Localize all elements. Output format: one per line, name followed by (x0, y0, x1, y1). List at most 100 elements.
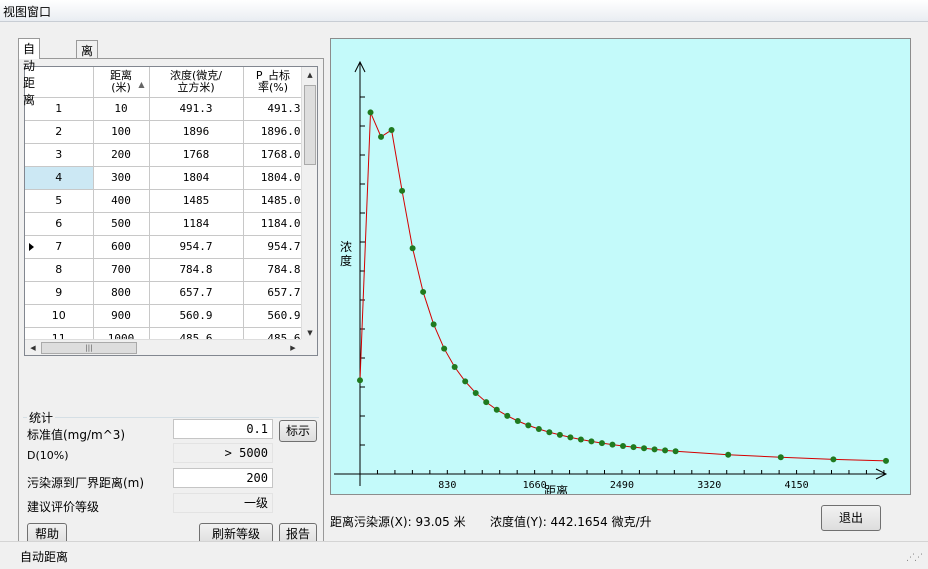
data-point (651, 446, 658, 453)
table-row[interactable]: 8 700 784.8 784.8 (25, 258, 304, 282)
title-bar: 视图窗口 (0, 0, 928, 22)
cell-distance[interactable]: 300 (93, 166, 150, 190)
cell-concentration[interactable]: 1896 (149, 120, 244, 144)
row-header[interactable]: 2 (25, 120, 94, 144)
vertical-scroll-thumb[interactable] (304, 85, 316, 165)
cell-percent[interactable]: 1804.0 (243, 166, 304, 190)
table-row[interactable]: 4 300 1804 1804.0 (25, 166, 304, 190)
tab-discrete-distance[interactable]: 离散距离 (76, 40, 99, 109)
cell-concentration[interactable]: 784.8 (149, 258, 244, 282)
data-point (588, 438, 595, 445)
d10-value: > 5000 (173, 443, 273, 463)
cell-percent[interactable]: 1184.0 (243, 212, 304, 236)
data-point (493, 406, 500, 413)
column-header-distance[interactable]: 距离 (米) ▲ (93, 67, 150, 98)
cell-distance[interactable]: 200 (93, 143, 150, 167)
scroll-right-icon[interactable]: ▶ (285, 340, 301, 355)
table-row[interactable]: 1 10 491.3 491.3 (25, 97, 304, 121)
tab-panel: 距离 (米) ▲ 浓度(微克/立方米) P_占标 率(%) 1 10 491.3 491.3… (18, 58, 324, 552)
data-point (609, 441, 616, 448)
data-point (641, 445, 648, 452)
data-point (420, 288, 427, 295)
cell-concentration[interactable]: 1768 (149, 143, 244, 167)
cell-distance[interactable]: 500 (93, 212, 150, 236)
cell-percent[interactable]: 1485.0 (243, 189, 304, 213)
row-header[interactable]: 5 (25, 189, 94, 213)
cell-percent[interactable]: 954.7 (243, 235, 304, 259)
cell-percent[interactable]: 491.3 (243, 97, 304, 121)
column-header-percent[interactable]: P_占标 率(%) (243, 67, 304, 98)
data-point (409, 245, 416, 252)
x-axis-label: 距离 (544, 483, 568, 494)
status-bar: 自动距离 ⋰⋰ (0, 541, 928, 569)
data-point (725, 451, 732, 458)
cell-concentration[interactable]: 1804 (149, 166, 244, 190)
standard-value-label: 标准值(mg/m^3) (27, 428, 126, 442)
data-grid[interactable]: 距离 (米) ▲ 浓度(微克/立方米) P_占标 率(%) 1 10 491.3 491.3… (24, 66, 318, 356)
table-row[interactable]: 7 600 954.7 954.7 (25, 235, 304, 259)
table-row[interactable]: 9 800 657.7 657.7 (25, 281, 304, 305)
show-button[interactable]: 标示 (279, 420, 317, 442)
exit-button[interactable]: 退出 (821, 505, 881, 531)
chart-panel[interactable]: 830 1660 2490 3320 4150 距离 浓度 (330, 38, 911, 495)
resize-grip-icon[interactable]: ⋰⋰ (906, 553, 923, 563)
row-header[interactable]: 6 (25, 212, 94, 236)
row-header[interactable]: 8 (25, 258, 94, 282)
column-header-label: 距离 (米) (110, 68, 132, 94)
boundary-distance-input[interactable]: 200 (173, 468, 273, 488)
y-axis-label: 度 (340, 253, 352, 268)
row-header[interactable]: 9 (25, 281, 94, 305)
row-header[interactable]: 10 (25, 304, 94, 328)
cell-concentration[interactable]: 560.9 (149, 304, 244, 328)
data-point (388, 126, 395, 133)
cell-percent[interactable]: 1896.0 (243, 120, 304, 144)
table-row[interactable]: 3 200 1768 1768.0 (25, 143, 304, 167)
cell-distance[interactable]: 600 (93, 235, 150, 259)
x-tick-label: 2490 (610, 480, 634, 491)
data-point (451, 364, 458, 371)
row-header[interactable]: 1 (25, 97, 94, 121)
cell-distance[interactable]: 100 (93, 120, 150, 144)
cell-concentration[interactable]: 1184 (149, 212, 244, 236)
row-header[interactable]: 4 (25, 166, 94, 190)
data-point (378, 133, 385, 140)
concentration-readout: 浓度值(Y): 442.1654 微克/升 (490, 515, 652, 529)
data-point (777, 454, 784, 461)
x-tick-label: 830 (438, 480, 456, 491)
stats-group: 统计 标准值(mg/m^3) 0.1 标示 D(10%) > 5000 污染源到… (21, 409, 321, 549)
cell-distance[interactable]: 900 (93, 304, 150, 328)
column-header-label: P_占标 率(%) (255, 68, 291, 94)
table-row[interactable]: 10 900 560.9 560.9 (25, 304, 304, 328)
scroll-left-icon[interactable]: ◀ (25, 340, 41, 355)
cell-concentration[interactable]: 657.7 (149, 281, 244, 305)
tab-auto-distance[interactable]: 自动距离 (18, 38, 41, 107)
cell-percent[interactable]: 657.7 (243, 281, 304, 305)
cell-distance[interactable]: 400 (93, 189, 150, 213)
data-point (525, 422, 532, 429)
cell-percent[interactable]: 560.9 (243, 304, 304, 328)
cell-concentration[interactable]: 491.3 (149, 97, 244, 121)
cell-distance[interactable]: 10 (93, 97, 150, 121)
horizontal-scrollbar[interactable]: ◀ ||| ▶ (25, 339, 301, 355)
standard-value-input[interactable]: 0.1 (173, 419, 273, 439)
cell-percent[interactable]: 1768.0 (243, 143, 304, 167)
data-point (483, 399, 490, 406)
table-row[interactable]: 6 500 1184 1184.0 (25, 212, 304, 236)
horizontal-scroll-thumb[interactable]: ||| (41, 342, 137, 354)
table-row[interactable]: 2 100 1896 1896.0 (25, 120, 304, 144)
cell-distance[interactable]: 800 (93, 281, 150, 305)
table-row[interactable]: 5 400 1485 1485.0 (25, 189, 304, 213)
row-header[interactable]: 3 (25, 143, 94, 167)
cell-concentration[interactable]: 954.7 (149, 235, 244, 259)
column-header-concentration[interactable]: 浓度(微克/立方米) (149, 67, 244, 98)
scroll-up-icon[interactable]: ▲ (302, 67, 317, 83)
data-point (399, 187, 406, 194)
main-window: 自动距离 离散距离 距离(米)▲ 浓度(微克/立方米) P_占标率(%) 110… (0, 22, 928, 569)
cell-percent[interactable]: 784.8 (243, 258, 304, 282)
data-point (883, 457, 889, 464)
row-header[interactable]: 7 (25, 235, 94, 259)
cell-distance[interactable]: 700 (93, 258, 150, 282)
data-table: 距离 (米) ▲ 浓度(微克/立方米) P_占标 率(%) 1 10 491.3 491.3… (25, 67, 304, 351)
cell-concentration[interactable]: 1485 (149, 189, 244, 213)
vertical-scrollbar[interactable]: ▲ ▼ (301, 67, 317, 341)
